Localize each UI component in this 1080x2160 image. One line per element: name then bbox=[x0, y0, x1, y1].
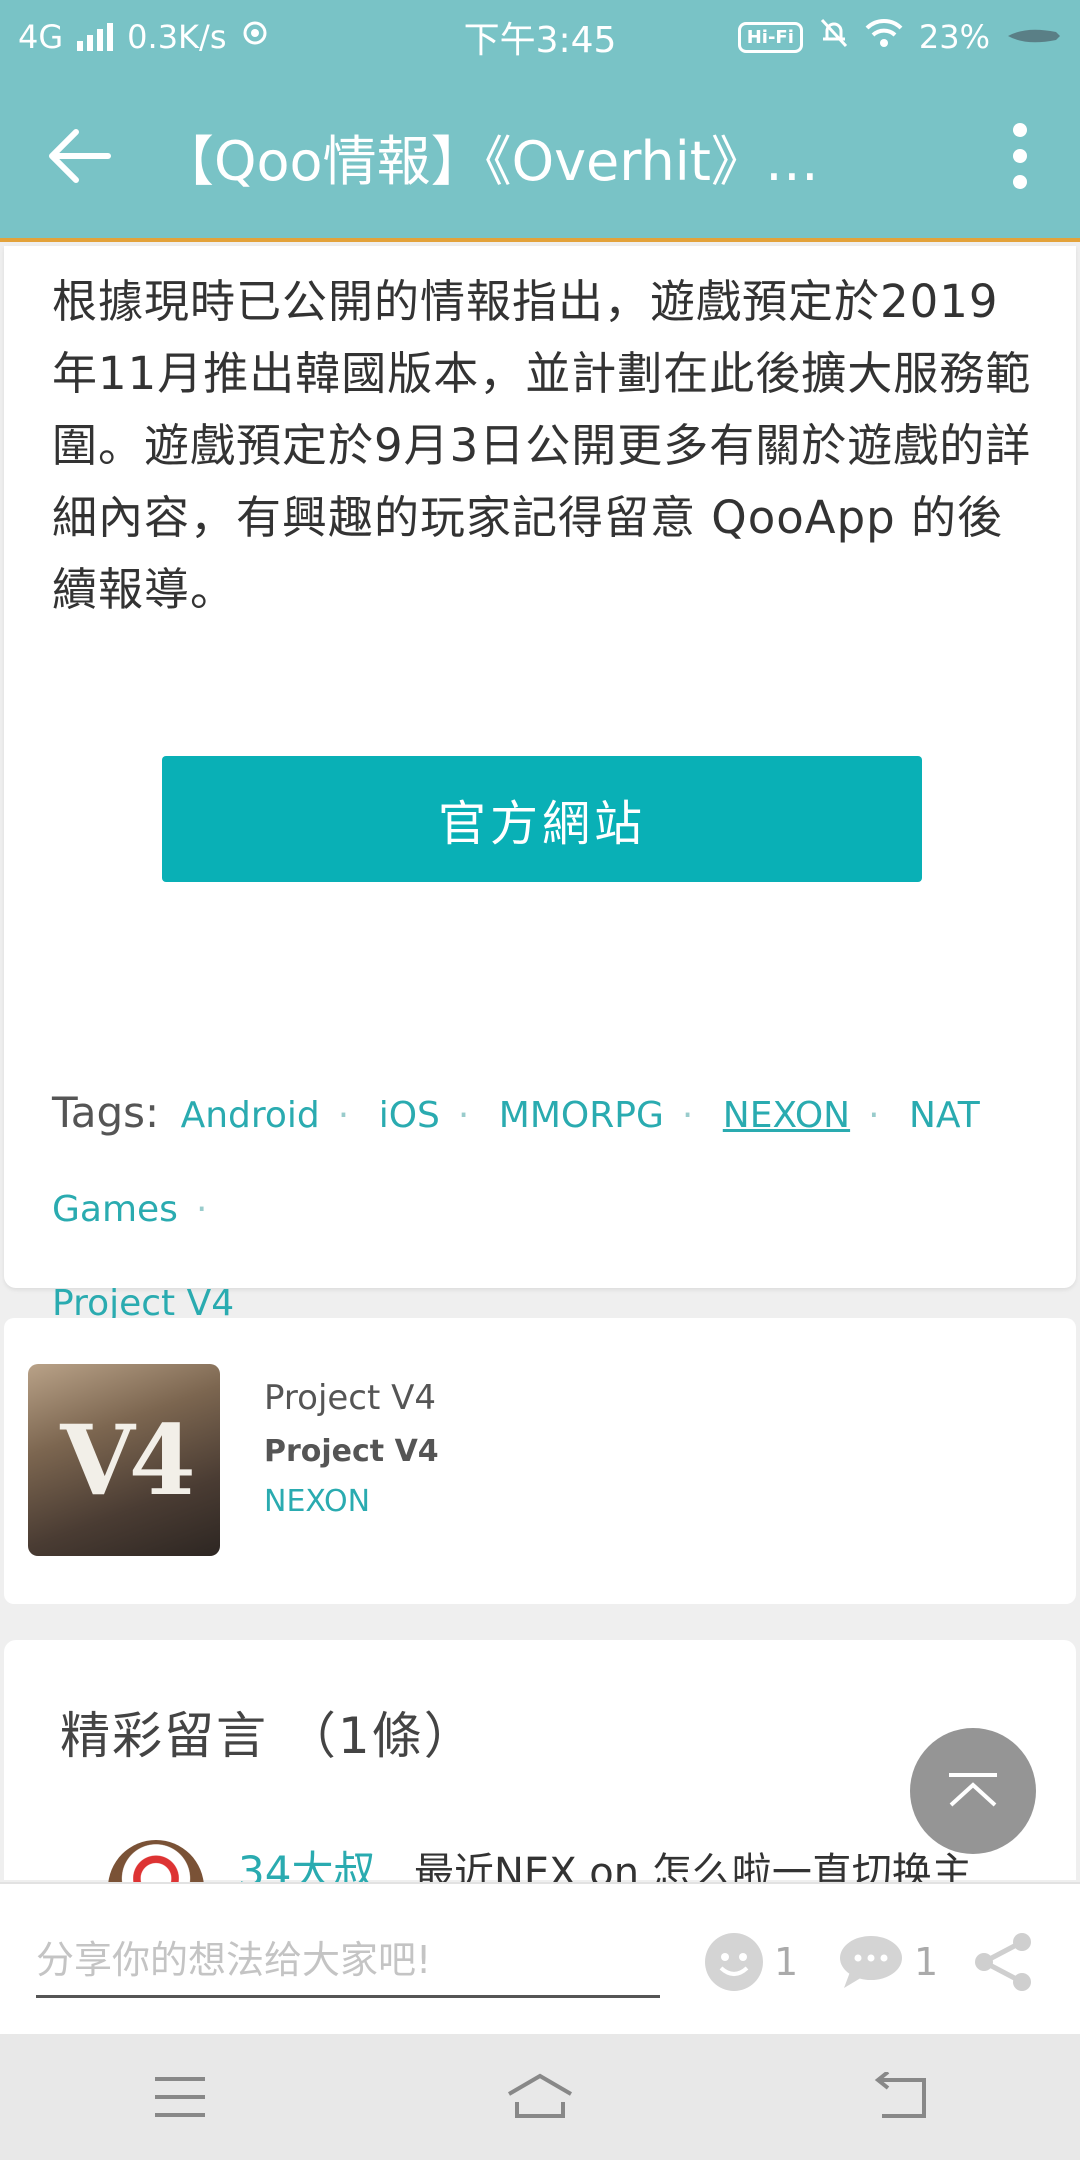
sync-icon bbox=[240, 18, 270, 56]
comment-action-bar: 1 1 bbox=[0, 1882, 1080, 2034]
wifi-icon bbox=[865, 18, 903, 56]
back-nav-icon bbox=[874, 2072, 926, 2118]
app-subtitle: Project V4 bbox=[264, 1434, 439, 1469]
tag-ios[interactable]: iOS bbox=[379, 1095, 440, 1136]
like-button[interactable]: 1 bbox=[704, 1924, 798, 2000]
menu-icon bbox=[155, 2077, 205, 2117]
app-thumbnail-logo: V4 bbox=[60, 1404, 195, 1517]
share-icon bbox=[975, 1933, 1031, 1991]
share-button[interactable] bbox=[972, 1924, 1036, 2000]
back-button[interactable] bbox=[0, 72, 160, 240]
status-bar: 4G 0.3K/s 下午3:45 Hi-Fi 23% bbox=[0, 0, 1080, 74]
like-count: 1 bbox=[774, 1940, 799, 1984]
tags-row: Tags: Android · iOS · MMORPG · NEXON · NAT G… bbox=[52, 1088, 980, 1324]
menu-button[interactable] bbox=[120, 2047, 240, 2147]
scroll-to-top-button[interactable] bbox=[910, 1728, 1036, 1854]
smile-icon bbox=[705, 1933, 763, 1991]
home-icon bbox=[507, 2073, 573, 2118]
comment-preview-clip: 34大叔 最近NEX on 怎么啦一直切换主 bbox=[0, 1830, 1080, 1882]
app-thumbnail[interactable]: V4 bbox=[28, 1364, 220, 1556]
page-title: 【Qoo情報】《Overhit》… bbox=[160, 129, 819, 193]
battery-icon bbox=[1006, 18, 1062, 56]
network-type: 4G bbox=[18, 18, 64, 56]
comments-title: 精彩留言 （1條） bbox=[60, 1707, 476, 1765]
reply-count: 1 bbox=[914, 1940, 939, 1984]
scroll-top-icon bbox=[949, 1773, 997, 1807]
battery-level: 23% bbox=[918, 18, 990, 56]
article-card: 根據現時已公開的情報指出，遊戲預定於2019年11月推出韓國版本，並計劃在此後擴… bbox=[4, 246, 1076, 1324]
back-nav-button[interactable] bbox=[840, 2047, 960, 2147]
back-arrow-icon bbox=[49, 129, 111, 183]
network-speed: 0.3K/s bbox=[127, 18, 227, 56]
tags-label: Tags: bbox=[52, 1088, 160, 1137]
hifi-badge: Hi-Fi bbox=[737, 21, 803, 53]
comment-input[interactable] bbox=[36, 1924, 660, 1998]
tag-mmorpg[interactable]: MMORPG bbox=[499, 1095, 664, 1136]
more-vert-icon bbox=[1013, 123, 1027, 137]
reply-button[interactable]: 1 bbox=[838, 1924, 938, 2000]
more-options-button[interactable] bbox=[960, 72, 1080, 240]
tag-nexon[interactable]: NEXON bbox=[723, 1095, 850, 1136]
tag-android[interactable]: Android bbox=[181, 1095, 320, 1136]
home-button[interactable] bbox=[480, 2047, 600, 2147]
related-app-card[interactable]: V4 Project V4 Project V4 NEXON bbox=[4, 1318, 1076, 1604]
mute-bell-icon bbox=[819, 17, 849, 57]
app-developer[interactable]: NEXON bbox=[264, 1484, 370, 1519]
app-bar: 【Qoo情報】《Overhit》… bbox=[0, 74, 1080, 242]
avatar[interactable] bbox=[108, 1840, 204, 1882]
system-nav-bar bbox=[0, 2034, 1080, 2160]
official-website-button[interactable]: 官方網站 bbox=[162, 756, 922, 882]
app-name: Project V4 bbox=[264, 1378, 437, 1418]
signal-icon bbox=[77, 23, 114, 51]
comment-username[interactable]: 34大叔 bbox=[238, 1838, 375, 1882]
comment-text: 最近NEX on 怎么啦一直切换主 bbox=[414, 1850, 972, 1882]
chat-bubble-icon bbox=[840, 1936, 902, 1988]
article-paragraph: 根據現時已公開的情報指出，遊戲預定於2019年11月推出韓國版本，並計劃在此後擴… bbox=[52, 275, 1032, 616]
